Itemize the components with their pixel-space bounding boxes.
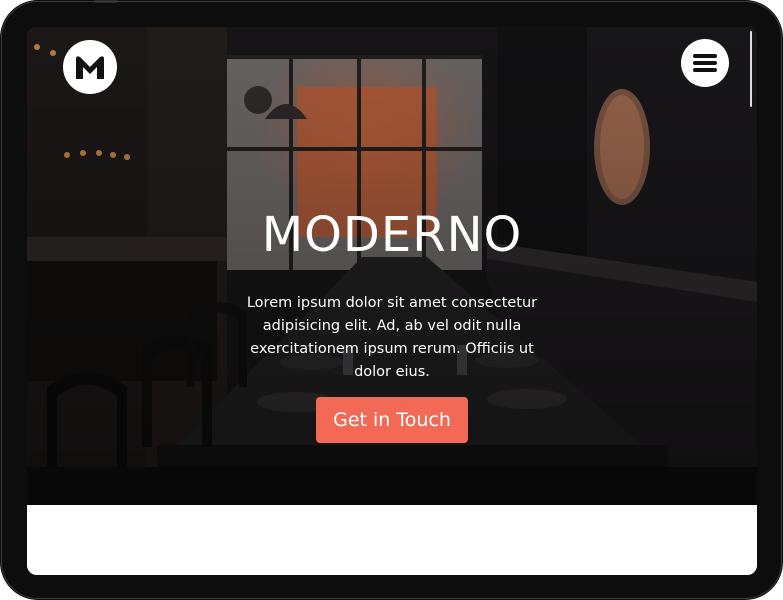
get-in-touch-button[interactable]: Get in Touch [316,397,468,443]
content-area [27,505,757,575]
scrollbar[interactable] [750,31,752,107]
screen: MODERNO Lorem ipsum dolor sit amet conse… [27,27,757,575]
tablet-frame: MODERNO Lorem ipsum dolor sit amet conse… [0,0,783,600]
m-logo-icon[interactable] [63,40,117,94]
hero-section: MODERNO Lorem ipsum dolor sit amet conse… [27,27,757,505]
menu-bars [693,54,717,72]
hamburger-menu-icon[interactable] [681,39,729,87]
logo-glyph [76,56,104,79]
hero-description: Lorem ipsum dolor sit amet consectetur a… [246,294,538,380]
device-side-button [94,0,118,3]
brand-title: MODERNO [261,207,523,264]
